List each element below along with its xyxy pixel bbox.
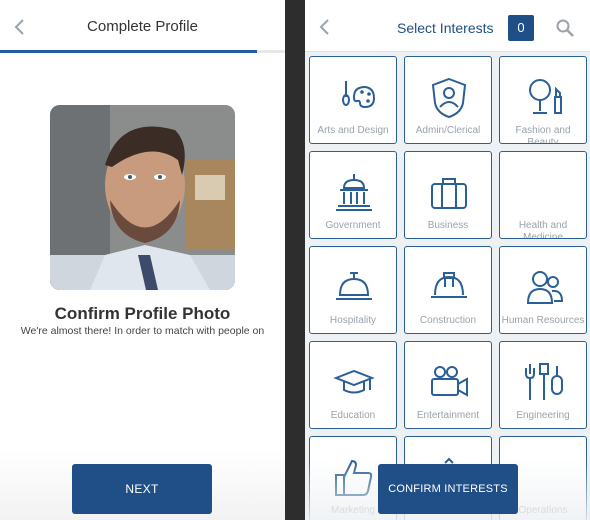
screen-divider <box>285 0 305 520</box>
graduation-cap-icon <box>333 369 375 394</box>
next-button[interactable]: NEXT <box>72 464 212 514</box>
profile-photo-image <box>50 105 235 290</box>
interest-tile[interactable]: Entertainment <box>404 341 492 429</box>
interest-tile-label: Hospitality <box>329 315 377 326</box>
tools-icon <box>525 363 563 400</box>
interest-tile[interactable]: Hospitality <box>309 246 397 334</box>
interest-tile[interactable]: Fashion and Beauty <box>499 56 587 144</box>
page-title: Complete Profile <box>87 18 198 35</box>
interest-tile[interactable]: Admin/Clerical <box>404 56 492 144</box>
confirm-photo-heading: Confirm Profile Photo <box>54 304 231 323</box>
confirm-interests-button[interactable]: CONFIRM INTERESTS <box>378 464 518 514</box>
interest-tile-label: Entertainment <box>416 410 480 421</box>
search-icon[interactable] <box>555 18 575 38</box>
interest-tile[interactable]: Government <box>309 151 397 239</box>
interest-tile-label: Construction <box>419 315 477 326</box>
hard-hat-icon <box>431 272 467 298</box>
interest-tile[interactable]: Health and Medicine <box>499 151 587 239</box>
progress-fill <box>0 50 257 53</box>
interest-tile-label: Admin/Clerical <box>415 125 481 136</box>
selected-count-badge: 0 <box>508 15 534 41</box>
interest-tile[interactable]: Human Resources <box>499 246 587 334</box>
header: Select Interests 0 <box>305 0 590 52</box>
health-icon <box>522 170 566 214</box>
interest-tile-label: Business <box>427 220 469 231</box>
interest-tile-label: Engineering <box>516 410 570 421</box>
interest-tile-label: Government <box>325 220 381 231</box>
interest-tile-label: Health and Medicine <box>518 220 568 239</box>
interest-tile-label: Education <box>330 410 376 421</box>
interest-tile[interactable]: Construction <box>404 246 492 334</box>
select-interests-screen: Select Interests 0 Arts and Design Admin/… <box>305 0 590 520</box>
admin-badge-icon <box>431 77 467 119</box>
interest-tile[interactable]: Engineering <box>499 341 587 429</box>
thumbs-up-icon <box>335 459 373 496</box>
interest-tile[interactable]: Arts and Design <box>309 56 397 144</box>
service-bell-icon <box>336 272 372 300</box>
interest-tile[interactable]: Education <box>309 341 397 429</box>
interest-tile[interactable]: Business <box>404 151 492 239</box>
header: Complete Profile <box>0 0 285 54</box>
profile-photo <box>50 105 235 290</box>
page-title: Select Interests <box>397 20 494 36</box>
mirror-lipstick-icon <box>529 79 562 114</box>
operations-icon <box>522 455 566 499</box>
palette-icon <box>342 81 376 109</box>
confirm-photo-description: We're almost there! In order to match wi… <box>20 325 265 337</box>
people-icon <box>526 271 564 304</box>
back-chevron-icon[interactable] <box>313 14 339 40</box>
interest-tile-label: Human Resources <box>501 315 585 326</box>
progress-bar <box>0 50 285 53</box>
capitol-building-icon <box>336 174 372 211</box>
briefcase-icon <box>431 178 467 209</box>
complete-profile-screen: Complete Profile Confirm Profile Photo W… <box>0 0 285 520</box>
interest-tile-label: Fashion and Beauty <box>515 125 571 144</box>
video-camera-icon <box>431 366 468 397</box>
interest-tile-label: Arts and Design <box>317 125 389 136</box>
